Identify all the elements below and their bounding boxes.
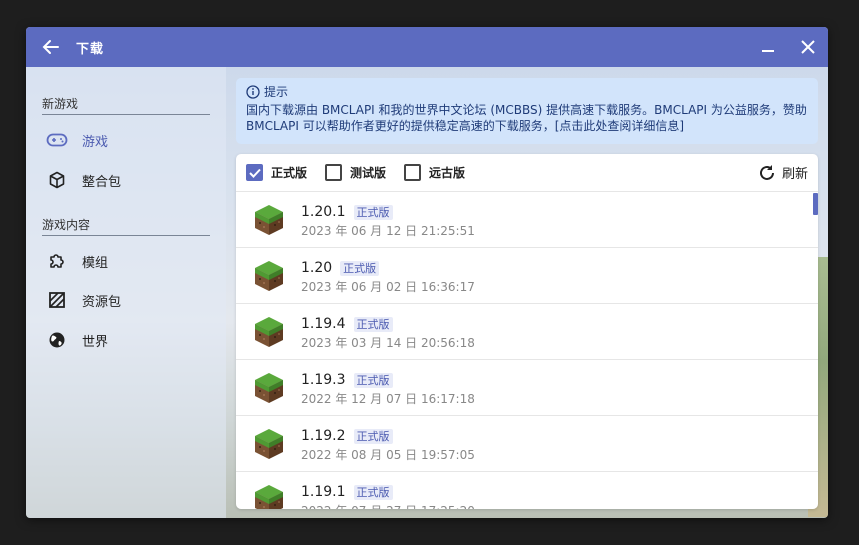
version-info: 1.20.1 正式版 2023 年 06 月 12 日 21:25:51 (301, 201, 475, 239)
info-icon (246, 85, 260, 99)
version-row[interactable]: 1.19.3 正式版 2022 年 12 月 07 日 16:17:18 (236, 360, 818, 416)
sidebar-item-worlds[interactable]: 世界 (36, 325, 216, 355)
sidebar: 新游戏 游戏 整合包 游戏内容 模组 资源包 世界 (26, 67, 226, 518)
texture-icon (46, 289, 68, 311)
close-button[interactable] (788, 27, 828, 67)
sidebar-item-resourcepacks[interactable]: 资源包 (36, 285, 216, 315)
version-release-date: 2022 年 08 月 05 日 19:57:05 (301, 447, 475, 462)
sidebar-item-label: 整合包 (82, 174, 122, 190)
section-label-new-game: 新游戏 (42, 95, 210, 115)
version-list: 1.20.1 正式版 2023 年 06 月 12 日 21:25:51 1.20… (236, 192, 818, 509)
sidebar-item-label: 游戏 (82, 134, 109, 150)
sidebar-item-modpack[interactable]: 整合包 (36, 165, 216, 195)
sidebar-item-label: 模组 (82, 255, 109, 271)
tip-panel: 提示 国内下载源由 BMCLAPI 和我的世界中文论坛 (MCBBS) 提供高速… (236, 78, 818, 144)
version-row[interactable]: 1.19.4 正式版 2023 年 03 月 14 日 20:56:18 (236, 304, 818, 360)
version-name: 1.19.2 (301, 427, 346, 444)
puzzle-icon (46, 250, 68, 272)
filter-label: 远古版 (429, 166, 466, 180)
arrow-left-icon (42, 40, 59, 54)
sidebar-item-game[interactable]: 游戏 (36, 125, 216, 155)
version-row[interactable]: 1.20 正式版 2023 年 06 月 02 日 16:36:17 (236, 248, 818, 304)
close-icon (801, 40, 815, 54)
checkbox-checked-icon (246, 164, 263, 181)
filter-release-checkbox[interactable]: 正式版 (246, 164, 307, 181)
version-type-badge: 正式版 (353, 428, 393, 444)
version-type-badge: 正式版 (353, 316, 393, 332)
version-info: 1.19.4 正式版 2023 年 03 月 14 日 20:56:18 (301, 313, 475, 351)
grass-block-icon (255, 372, 283, 403)
tip-title: 提示 (264, 85, 289, 99)
sidebar-item-label: 资源包 (82, 294, 122, 310)
filter-bar: 正式版 测试版 远古版 刷新 (236, 154, 818, 192)
window-title: 下载 (76, 41, 105, 57)
tip-body[interactable]: 国内下载源由 BMCLAPI 和我的世界中文论坛 (MCBBS) 提供高速下载服… (246, 102, 808, 134)
section-label-game-content: 游戏内容 (42, 216, 210, 236)
refresh-label: 刷新 (781, 167, 808, 182)
version-name: 1.20 (301, 259, 333, 276)
version-row[interactable]: 1.19.1 正式版 2022 年 07 月 27 日 17:25:20 (236, 472, 818, 509)
title-bar: 下载 (26, 27, 828, 67)
filter-label: 测试版 (350, 166, 387, 180)
sidebar-item-label: 世界 (82, 334, 109, 350)
package-icon (46, 169, 68, 191)
version-info: 1.19.3 正式版 2022 年 12 月 07 日 16:17:18 (301, 369, 475, 407)
version-list-card: 正式版 测试版 远古版 刷新 1.20.1 正式版 2023 年 06 月 12… (236, 154, 818, 509)
grass-block-icon (255, 428, 283, 459)
launcher-window: 下载 新游戏 游戏 整合包 游戏内容 模组 资源包 世界 提示 国内下载源由 B… (26, 27, 828, 518)
minimize-icon (762, 50, 774, 52)
version-release-date: 2023 年 03 月 14 日 20:56:18 (301, 335, 475, 350)
version-release-date: 2022 年 12 月 07 日 16:17:18 (301, 391, 475, 406)
scrollbar-thumb[interactable] (813, 193, 818, 215)
version-type-badge: 正式版 (340, 260, 380, 276)
filter-label: 正式版 (271, 166, 308, 180)
version-name: 1.19.4 (301, 315, 346, 332)
gamepad-icon (46, 129, 68, 151)
refresh-icon (760, 164, 774, 180)
version-release-date: 2022 年 07 月 27 日 17:25:20 (301, 502, 475, 510)
version-name: 1.19.1 (301, 483, 346, 500)
filter-old-checkbox[interactable]: 远古版 (404, 164, 465, 181)
version-row[interactable]: 1.19.2 正式版 2022 年 08 月 05 日 19:57:05 (236, 416, 818, 472)
version-info: 1.20 正式版 2023 年 06 月 02 日 16:36:17 (301, 257, 475, 295)
globe-icon (46, 329, 68, 351)
checkbox-unchecked-icon (404, 164, 422, 181)
grass-block-icon (255, 316, 283, 347)
version-release-date: 2023 年 06 月 12 日 21:25:51 (301, 223, 475, 238)
version-type-badge: 正式版 (353, 484, 393, 500)
version-name: 1.20.1 (301, 203, 346, 220)
version-info: 1.19.1 正式版 2022 年 07 月 27 日 17:25:20 (301, 481, 475, 510)
version-type-badge: 正式版 (353, 204, 393, 220)
grass-block-icon (255, 260, 283, 291)
back-button[interactable] (26, 27, 76, 67)
checkbox-unchecked-icon (325, 164, 343, 181)
minimize-button[interactable] (748, 27, 788, 67)
tip-header: 提示 (246, 84, 808, 100)
grass-block-icon (255, 204, 283, 235)
version-type-badge: 正式版 (353, 372, 393, 388)
version-row[interactable]: 1.20.1 正式版 2023 年 06 月 12 日 21:25:51 (236, 192, 818, 248)
version-info: 1.19.2 正式版 2022 年 08 月 05 日 19:57:05 (301, 425, 475, 463)
refresh-button[interactable]: 刷新 (758, 163, 808, 182)
filter-snapshot-checkbox[interactable]: 测试版 (325, 164, 386, 181)
version-name: 1.19.3 (301, 371, 346, 388)
sidebar-item-mods[interactable]: 模组 (36, 246, 216, 276)
grass-block-icon (255, 484, 283, 509)
version-release-date: 2023 年 06 月 02 日 16:36:17 (301, 279, 475, 294)
